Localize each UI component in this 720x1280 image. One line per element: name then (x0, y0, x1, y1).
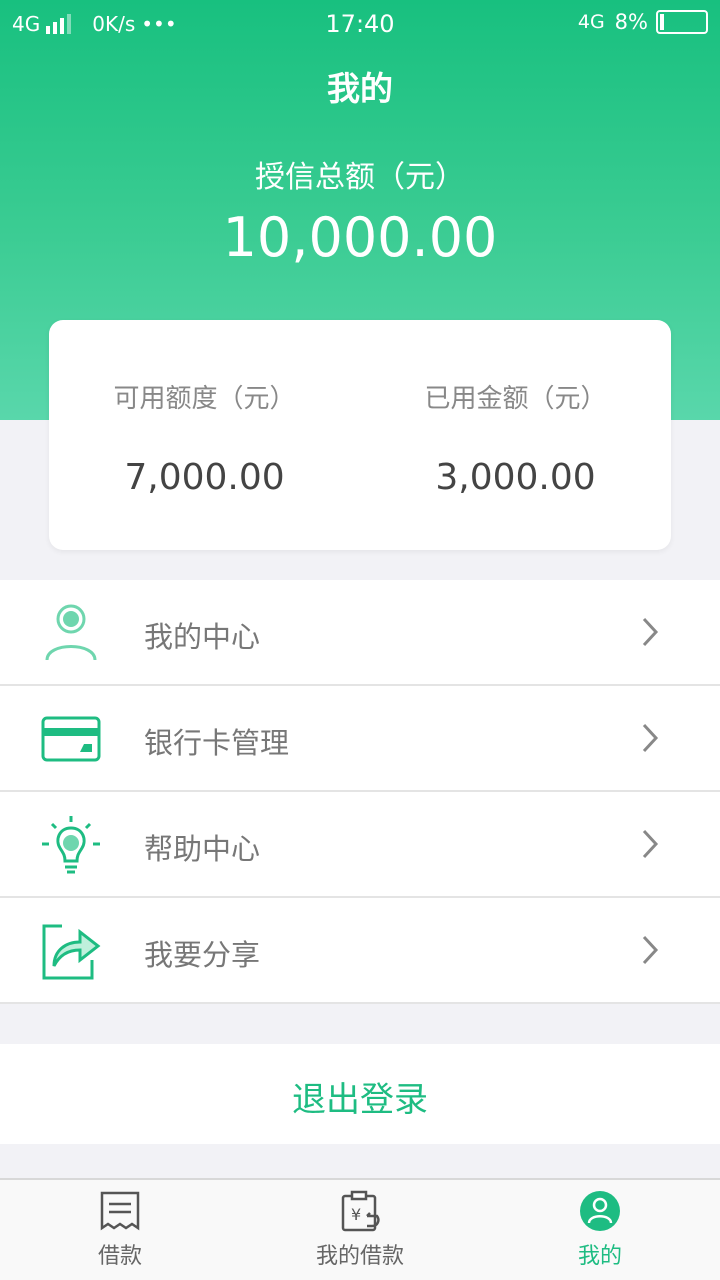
tab-loan[interactable]: 借款 (0, 1180, 240, 1280)
status-bar: 4G 0K/s ••• 17:40 4G 8% (0, 0, 720, 50)
page-title: 我的 (327, 69, 393, 108)
menu-label: 帮助中心 (144, 832, 261, 866)
lightbulb-icon (42, 816, 100, 874)
menu-label: 我的中心 (144, 620, 261, 654)
share-icon (42, 924, 101, 980)
battery-icon (656, 10, 708, 34)
used-amount-value: 3,000.00 (435, 457, 596, 498)
credit-total-value: 10,000.00 (222, 206, 498, 269)
user-icon (45, 604, 97, 661)
chevron-right-icon (642, 617, 659, 647)
available-credit: 可用额度（元） 7,000.00 (49, 320, 360, 498)
menu-item-help-center[interactable]: 帮助中心 (0, 792, 720, 898)
network-type-right: 4G (577, 11, 605, 33)
logout-label: 退出登录 (292, 1080, 428, 1120)
credit-total-label: 授信总额（元） (255, 160, 465, 195)
used-amount: 已用金额（元） 3,000.00 (360, 320, 671, 498)
menu-label: 我要分享 (144, 938, 261, 972)
available-credit-value: 7,000.00 (124, 457, 285, 498)
used-amount-label: 已用金额（元） (424, 384, 607, 414)
logout-button[interactable]: 退出登录 (0, 1044, 720, 1144)
menu-item-bank-card[interactable]: 银行卡管理 (0, 686, 720, 792)
battery-percent: 8% (614, 10, 648, 34)
bottom-tab-bar: 借款 ¥ 我的借款 我的 (0, 1178, 720, 1280)
tab-my-loans[interactable]: ¥ 我的借款 (240, 1180, 480, 1280)
chevron-right-icon (642, 723, 659, 753)
menu-item-share[interactable]: 我要分享 (0, 898, 720, 1004)
chevron-right-icon (642, 935, 659, 965)
available-credit-label: 可用额度（元） (113, 384, 296, 414)
chevron-right-icon (642, 829, 659, 859)
menu-item-my-center[interactable]: 我的中心 (0, 580, 720, 686)
loan-clipboard-icon: ¥ (341, 1190, 380, 1232)
receipt-icon (100, 1191, 140, 1231)
credit-summary-card: 可用额度（元） 7,000.00 已用金额（元） 3,000.00 (49, 320, 671, 550)
tab-label: 我的借款 (315, 1244, 404, 1269)
tab-label: 我的 (577, 1244, 622, 1269)
tab-label: 借款 (97, 1244, 142, 1269)
settings-menu: 我的中心 银行卡管理 帮助中心 我要分享 (0, 580, 720, 1004)
menu-label: 银行卡管理 (144, 726, 290, 760)
profile-icon (580, 1191, 620, 1231)
tab-mine[interactable]: 我的 (480, 1180, 720, 1280)
bank-card-icon (41, 716, 101, 762)
svg-text:¥: ¥ (351, 1205, 361, 1224)
